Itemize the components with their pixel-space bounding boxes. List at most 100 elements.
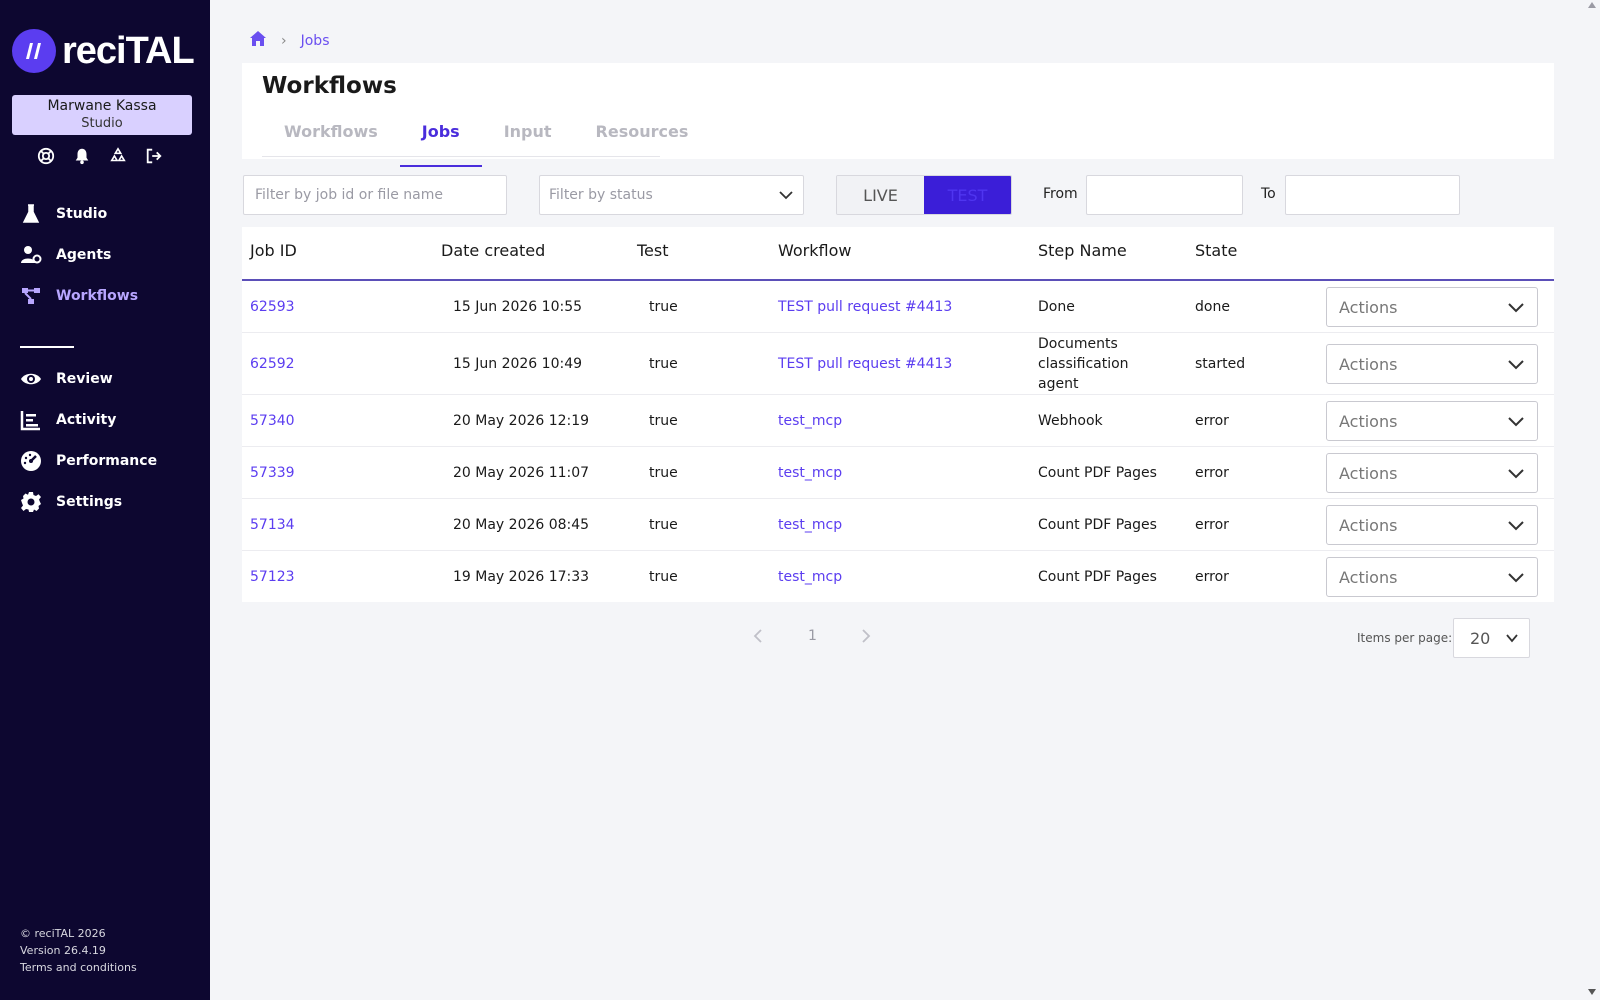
chevron-down-icon bbox=[1508, 417, 1524, 427]
nav-divider bbox=[20, 346, 74, 348]
tab-jobs[interactable]: Jobs bbox=[399, 119, 482, 167]
status-filter-placeholder: Filter by status bbox=[549, 187, 653, 203]
test-cell: true bbox=[649, 465, 678, 481]
job-id-link[interactable]: 57340 bbox=[250, 411, 295, 431]
date-created-cell: 20 May 2026 12:19 bbox=[453, 413, 590, 429]
sidebar-footer: © reciTAL 2026 Version 26.4.19 Terms and… bbox=[20, 925, 137, 976]
workflow-link[interactable]: TEST pull request #4413 bbox=[778, 297, 952, 317]
job-id-link[interactable]: 57134 bbox=[250, 515, 295, 535]
page-scrollbar[interactable] bbox=[1584, 0, 1600, 1000]
user-name: Marwane Kassa bbox=[47, 98, 157, 114]
tab-input[interactable]: Input bbox=[482, 119, 574, 156]
actions-dropdown[interactable]: Actions bbox=[1326, 344, 1538, 384]
nav-item-settings[interactable]: Settings bbox=[0, 481, 210, 522]
workflow-link[interactable]: test_mcp bbox=[778, 515, 842, 535]
state-cell: error bbox=[1195, 517, 1229, 533]
actions-dropdown[interactable]: Actions bbox=[1326, 401, 1538, 441]
breadcrumb-jobs[interactable]: Jobs bbox=[301, 33, 330, 49]
step-name-cell: Count PDF Pages bbox=[1038, 465, 1157, 481]
chevron-down-icon bbox=[1508, 469, 1524, 479]
app-logo[interactable]: reciTAL bbox=[12, 29, 195, 73]
workflow-link[interactable]: test_mcp bbox=[778, 463, 842, 483]
job-id-link[interactable]: 62592 bbox=[250, 354, 295, 374]
recycle-icon[interactable] bbox=[108, 146, 128, 166]
nav-item-activity[interactable]: Activity bbox=[0, 399, 210, 440]
nav-label-performance: Performance bbox=[56, 452, 158, 469]
gear-icon bbox=[19, 490, 43, 514]
workflow-link[interactable]: test_mcp bbox=[778, 411, 842, 431]
user-role: Studio bbox=[81, 116, 123, 131]
workflow-link[interactable]: TEST pull request #4413 bbox=[778, 354, 952, 374]
actions-dropdown[interactable]: Actions bbox=[1326, 287, 1538, 327]
agents-icon bbox=[19, 243, 43, 267]
mode-live-button[interactable]: LIVE bbox=[837, 176, 924, 214]
to-date-input[interactable] bbox=[1285, 175, 1460, 215]
tab-resources[interactable]: Resources bbox=[574, 119, 711, 156]
date-created-cell: 20 May 2026 08:45 bbox=[453, 517, 590, 533]
workflow-link[interactable]: test_mcp bbox=[778, 567, 842, 587]
terms-link[interactable]: Terms and conditions bbox=[20, 959, 137, 976]
activity-icon bbox=[19, 408, 43, 432]
items-per-page-label: Items per page: bbox=[1357, 631, 1453, 645]
logout-icon[interactable] bbox=[144, 146, 164, 166]
actions-label: Actions bbox=[1339, 463, 1398, 483]
bell-icon[interactable] bbox=[72, 146, 92, 166]
previous-page-icon[interactable] bbox=[751, 628, 765, 644]
secondary-nav: Review Activity Performance Settings bbox=[0, 358, 210, 522]
primary-nav: Studio Agents Workflows bbox=[0, 193, 210, 316]
step-name-cell: Done bbox=[1038, 299, 1075, 315]
nav-label-agents: Agents bbox=[56, 246, 112, 263]
tab-workflows[interactable]: Workflows bbox=[262, 119, 400, 156]
workflow-icon bbox=[19, 284, 43, 308]
nav-label-workflows: Workflows bbox=[56, 287, 139, 304]
actions-dropdown[interactable]: Actions bbox=[1326, 557, 1538, 597]
nav-item-studio[interactable]: Studio bbox=[0, 193, 210, 234]
from-date-input[interactable] bbox=[1086, 175, 1243, 215]
jobs-table: Job ID Date created Test Workflow Step N… bbox=[242, 227, 1554, 602]
nav-label-activity: Activity bbox=[56, 411, 117, 428]
actions-label: Actions bbox=[1339, 297, 1398, 317]
app-logo-text: reciTAL bbox=[62, 29, 195, 72]
state-cell: error bbox=[1195, 465, 1229, 481]
job-id-link[interactable]: 57339 bbox=[250, 463, 295, 483]
actions-dropdown[interactable]: Actions bbox=[1326, 453, 1538, 493]
actions-label: Actions bbox=[1339, 411, 1398, 431]
gauge-icon bbox=[19, 449, 43, 473]
from-label: From bbox=[1043, 186, 1078, 202]
job-id-link[interactable]: 62593 bbox=[250, 297, 295, 317]
status-filter-select[interactable]: Filter by status bbox=[539, 175, 804, 215]
column-header-date-created: Date created bbox=[441, 241, 546, 260]
current-page-number: 1 bbox=[808, 628, 817, 644]
chevron-down-icon bbox=[1506, 634, 1518, 643]
chevron-down-icon bbox=[779, 191, 793, 200]
to-label: To bbox=[1261, 186, 1276, 202]
column-header-step-name: Step Name bbox=[1038, 241, 1127, 260]
nav-label-settings: Settings bbox=[56, 493, 123, 510]
home-icon[interactable] bbox=[249, 30, 267, 52]
state-cell: done bbox=[1195, 299, 1230, 315]
next-page-icon[interactable] bbox=[859, 628, 873, 644]
mode-test-button[interactable]: TEST bbox=[924, 176, 1011, 214]
nav-item-workflows[interactable]: Workflows bbox=[0, 275, 210, 316]
date-created-cell: 15 Jun 2026 10:49 bbox=[453, 356, 583, 372]
chevron-down-icon bbox=[1508, 303, 1524, 313]
actions-dropdown[interactable]: Actions bbox=[1326, 505, 1538, 545]
column-header-state: State bbox=[1195, 241, 1238, 260]
breadcrumb: › Jobs bbox=[249, 30, 329, 52]
mode-toggle: LIVE TEST bbox=[836, 175, 1012, 215]
state-cell: error bbox=[1195, 569, 1229, 585]
step-name-cell: Count PDF Pages bbox=[1038, 517, 1157, 533]
user-card[interactable]: Marwane Kassa Studio bbox=[12, 95, 192, 135]
test-cell: true bbox=[649, 517, 678, 533]
items-per-page-select[interactable]: 20 bbox=[1453, 618, 1530, 658]
scroll-up-icon[interactable] bbox=[1588, 2, 1596, 8]
table-row: 57123 19 May 2026 17:33 true test_mcp Co… bbox=[242, 551, 1554, 602]
support-icon[interactable] bbox=[36, 146, 56, 166]
job-id-link[interactable]: 57123 bbox=[250, 567, 295, 587]
scroll-down-icon[interactable] bbox=[1588, 989, 1596, 995]
nav-item-performance[interactable]: Performance bbox=[0, 440, 210, 481]
nav-item-agents[interactable]: Agents bbox=[0, 234, 210, 275]
job-search-input[interactable] bbox=[243, 175, 507, 215]
actions-label: Actions bbox=[1339, 354, 1398, 374]
nav-item-review[interactable]: Review bbox=[0, 358, 210, 399]
